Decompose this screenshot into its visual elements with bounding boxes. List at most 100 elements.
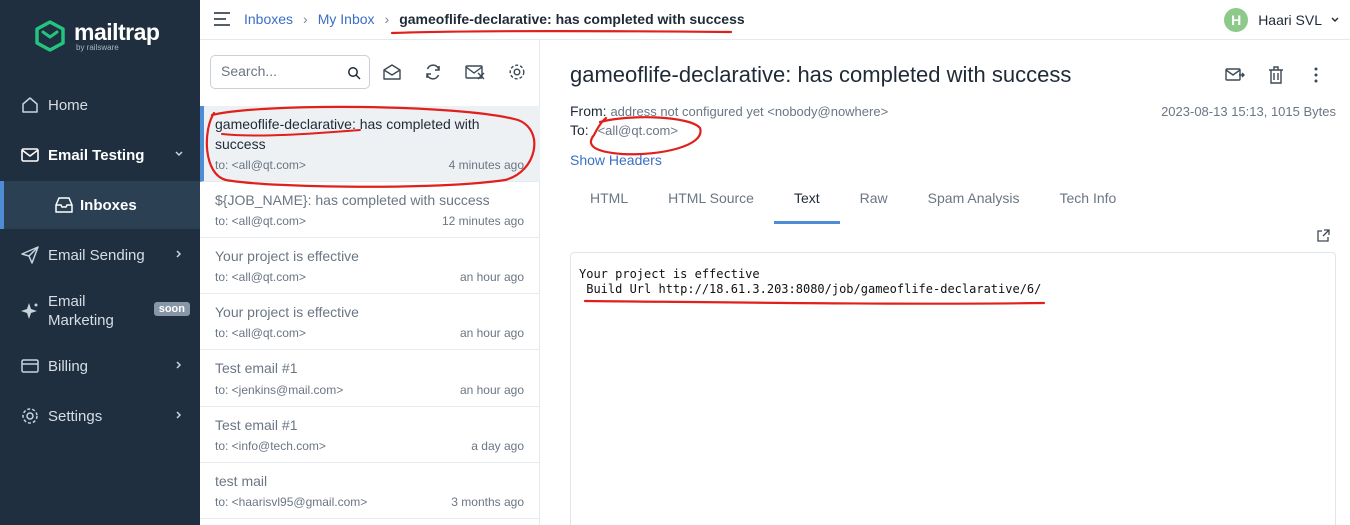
inbox-settings-button[interactable]	[506, 61, 528, 83]
mailtrap-logo[interactable]: mailtrap by railsware	[34, 18, 160, 52]
clear-inbox-button[interactable]	[464, 61, 486, 83]
card-icon	[20, 356, 40, 376]
search-input[interactable]	[221, 63, 341, 79]
message-subject: Your project is effective	[215, 248, 359, 264]
sidebar-item-email-sending[interactable]: Email Sending	[0, 233, 200, 277]
message-time: 3 months ago	[451, 495, 524, 509]
mail-check-icon	[20, 145, 40, 165]
sidebar-item-settings[interactable]: Settings	[0, 394, 200, 438]
message-subject: gameoflife-declarative: has completed wi…	[215, 116, 480, 152]
tab-html-source[interactable]: HTML Source	[648, 180, 774, 224]
menu-icon[interactable]	[214, 12, 230, 26]
inbox-icon	[54, 195, 74, 215]
breadcrumb-my-inbox[interactable]: My Inbox	[318, 11, 375, 27]
show-headers-link[interactable]: Show Headers	[570, 152, 662, 168]
mark-read-button[interactable]	[381, 61, 403, 83]
message-meta: 2023-08-13 15:13, 1015 Bytes	[1161, 104, 1336, 119]
message-row[interactable]: test mail to: <haarisvl95@gmail.com> 3 m…	[200, 463, 540, 519]
sidebar-item-inboxes[interactable]: Inboxes	[0, 181, 200, 229]
refresh-button[interactable]	[422, 61, 444, 83]
message-time: a day ago	[471, 439, 524, 453]
sidebar-item-label: Email Testing	[48, 146, 145, 164]
message-row[interactable]: Your project is effective to: <all@qt.co…	[200, 294, 540, 350]
message-row[interactable]: Your project is effective to: <all@qt.co…	[200, 238, 540, 294]
chevron-right-icon	[176, 361, 182, 369]
message-recipient: to: <haarisvl95@gmail.com>	[215, 495, 368, 509]
breadcrumb-inboxes[interactable]: Inboxes	[244, 11, 293, 27]
external-link-icon[interactable]	[1316, 229, 1330, 243]
breadcrumb-current: gameoflife-declarative: has completed wi…	[399, 11, 745, 27]
delete-button[interactable]	[1265, 64, 1287, 86]
from-row: From: address not configured yet <nobody…	[570, 103, 888, 119]
chevron-down-icon	[1331, 17, 1339, 22]
message-list-pane: gameoflife-declarative: has completed wi…	[200, 40, 540, 525]
from-value: address not configured yet <nobody@nowhe…	[610, 104, 889, 119]
message-row[interactable]: ${JOB_NAME}: has completed with success …	[200, 182, 540, 238]
trash-icon	[1269, 66, 1283, 84]
message-time: 4 minutes ago	[448, 158, 524, 172]
message-subject: ${JOB_NAME}: has completed with success	[215, 192, 490, 208]
tab-spam-analysis[interactable]: Spam Analysis	[908, 180, 1040, 224]
search-icon[interactable]	[347, 66, 361, 80]
forward-button[interactable]	[1224, 64, 1246, 86]
message-subject: Test email #1	[215, 360, 298, 376]
to-label: To:	[570, 122, 589, 138]
sidebar-item-label: Settings	[48, 407, 103, 425]
sidebar-item-billing[interactable]: Billing	[0, 344, 200, 388]
message-tabs: HTML HTML Source Text Raw Spam Analysis …	[570, 180, 1136, 224]
message-title: gameoflife-declarative: has completed wi…	[570, 62, 1072, 87]
sidebar-item-label-line2: Marketing	[48, 312, 114, 329]
open-envelope-icon	[383, 64, 401, 80]
mail-clear-icon	[465, 65, 485, 80]
message-row[interactable]: Test email #1 to: <info@tech.com> a day …	[200, 407, 540, 463]
chevron-right-icon	[176, 250, 182, 258]
sidebar-item-label: Billing	[48, 357, 89, 375]
message-detail: gameoflife-declarative: has completed wi…	[540, 40, 1350, 525]
tab-raw[interactable]: Raw	[840, 180, 908, 224]
sidebar-item-email-testing[interactable]: Email Testing	[0, 133, 200, 177]
message-row[interactable]: gameoflife-declarative: has completed wi…	[200, 106, 540, 182]
message-recipient: to: <jenkins@mail.com>	[215, 383, 344, 397]
to-value: <all@qt.com>	[597, 123, 678, 138]
breadcrumb-separator: ›	[303, 11, 308, 27]
home-icon	[20, 95, 40, 115]
sidebar-item-home[interactable]: Home	[0, 83, 200, 127]
soon-badge: soon	[153, 302, 190, 316]
message-time: an hour ago	[459, 383, 524, 397]
message-subject: test mail	[215, 473, 268, 489]
sidebar-item-label: Home	[48, 96, 89, 114]
list-toolbar	[200, 40, 540, 106]
send-icon	[20, 245, 40, 265]
message-time: an hour ago	[459, 326, 524, 340]
sidebar-item-label: Inboxes	[80, 196, 137, 214]
gear-icon	[509, 64, 525, 80]
forward-mail-icon	[1225, 68, 1245, 81]
message-recipient: to: <all@qt.com>	[215, 158, 306, 172]
user-name: Haari SVL	[1258, 12, 1322, 28]
message-row[interactable]: Test email #1 to: <jenkins@mail.com> an …	[200, 350, 540, 407]
sidebar-item-email-marketing[interactable]: Email Marketing soon	[0, 283, 200, 339]
user-menu[interactable]: H Haari SVL	[1224, 8, 1340, 32]
brand-sub: by railsware	[76, 42, 119, 52]
chevron-right-icon	[176, 411, 182, 419]
gear-icon	[20, 406, 40, 426]
message-time: 12 minutes ago	[441, 214, 524, 228]
top-bar: Inboxes › My Inbox › gameoflife-declarat…	[200, 0, 1350, 40]
message-recipient: to: <info@tech.com>	[215, 439, 326, 453]
mailtrap-logo-icon	[35, 20, 65, 52]
search-box[interactable]	[210, 55, 370, 89]
avatar: H	[1224, 8, 1249, 32]
more-options-button[interactable]	[1305, 64, 1327, 86]
breadcrumb-separator: ›	[384, 11, 390, 27]
refresh-icon	[426, 64, 440, 80]
tab-text[interactable]: Text	[773, 180, 840, 224]
tab-html[interactable]: HTML	[570, 180, 648, 224]
brand-name: mailtrap	[74, 18, 160, 45]
tab-tech-info[interactable]: Tech Info	[1040, 180, 1137, 224]
message-recipient: to: <all@qt.com>	[215, 326, 306, 340]
message-time: an hour ago	[459, 270, 524, 284]
sidebar-item-label: Email	[48, 293, 86, 310]
message-recipient: to: <all@qt.com>	[215, 270, 306, 284]
to-row: To: <all@qt.com>	[570, 122, 678, 138]
message-body: Your project is effective Build Url http…	[570, 252, 1336, 525]
